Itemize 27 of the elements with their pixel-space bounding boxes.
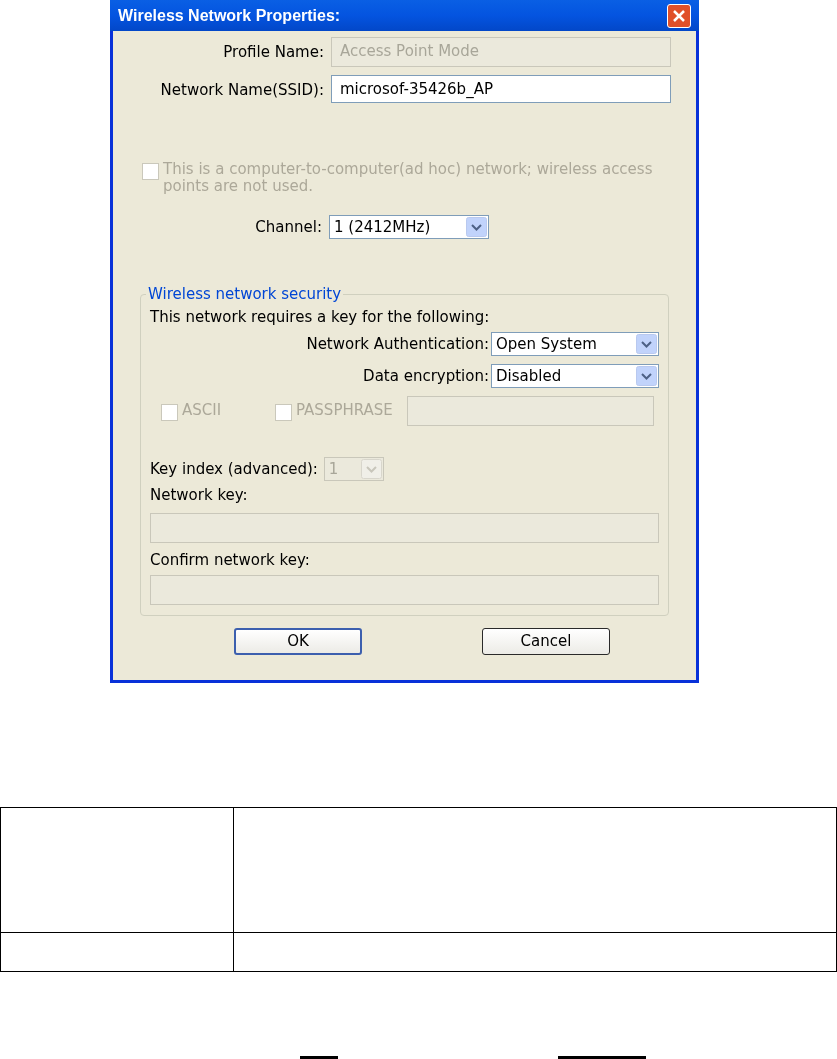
dialog-button[interactable]: OK [234, 628, 362, 655]
chevron-down-icon [466, 217, 487, 237]
field-label: Network Name(SSID): [159, 80, 325, 101]
field-label: Data encryption: [363, 365, 490, 387]
checkbox-label: This is a computer-to-computer(ad hoc) network; wireless access points are not used. [163, 161, 654, 195]
security-note: This network requires a key for the following: [150, 306, 491, 328]
field-label: Profile Name: [222, 42, 325, 63]
chevron-down-icon [360, 459, 382, 479]
underline-mark [300, 1056, 338, 1059]
field-label: Channel: [254, 216, 323, 238]
dropdown[interactable]: Open System [491, 332, 659, 356]
dialog-button[interactable]: Cancel [482, 628, 610, 655]
field-label: Network key: [150, 485, 249, 506]
close-button[interactable] [667, 3, 691, 28]
checkbox-label: ASCII [182, 401, 222, 419]
group-title: Wireless network security [147, 284, 343, 305]
chevron-down-icon [636, 366, 657, 386]
checkbox-label: PASSPHRASE [296, 401, 393, 419]
field-label: Network Authentication: [306, 333, 490, 355]
text-field[interactable]: microsof-35426b_AP [331, 75, 671, 103]
field-label: Confirm network key: [150, 549, 311, 571]
chevron-down-icon [636, 334, 657, 354]
close-icon [672, 8, 686, 23]
field-label: Key index (advanced): [150, 458, 319, 480]
dropdown[interactable]: 1 (2412MHz) [329, 215, 489, 239]
window-title: Wireless Network Properties: [118, 5, 342, 26]
dropdown[interactable]: Disabled [491, 364, 659, 388]
